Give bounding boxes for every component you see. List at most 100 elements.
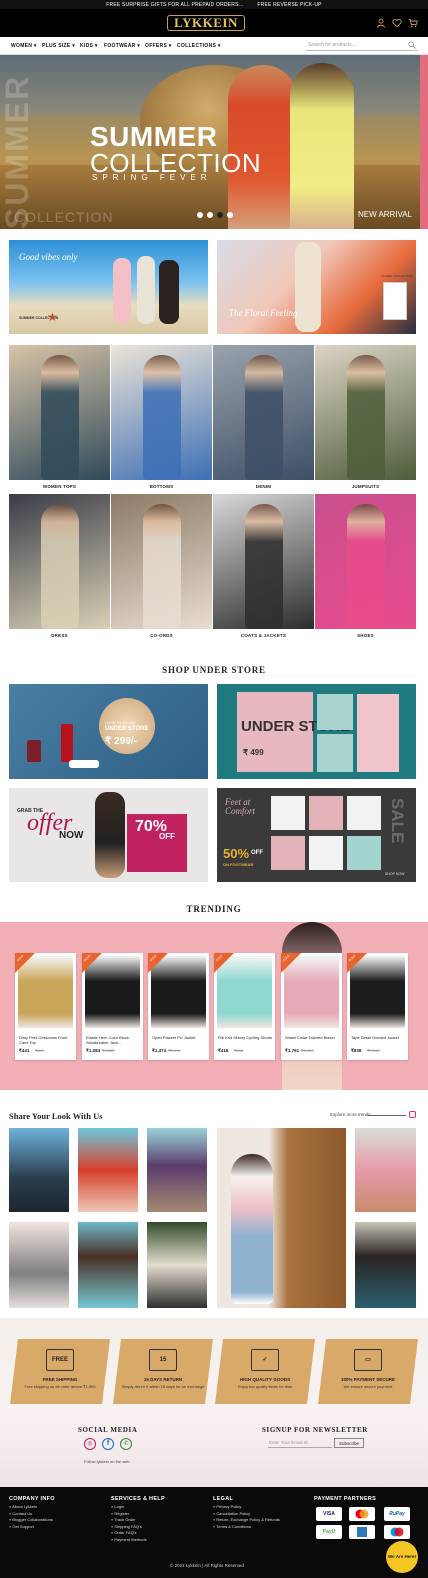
banner-floral[interactable]: The Floral Feeling FLORAL COLLECTION xyxy=(217,240,416,334)
share-photo[interactable] xyxy=(355,1128,416,1212)
category-label[interactable]: CO-ORDS xyxy=(111,633,212,638)
category-label[interactable]: COATS & JACKETS xyxy=(213,633,314,638)
product-image[interactable] xyxy=(350,956,405,1028)
product-card[interactable]: SOLD Rib Knit Skinny Cycling Shorts ₹416 ₹6… xyxy=(214,953,275,1060)
product-name[interactable]: Ditsy Print Crisscross Front Cami Top xyxy=(19,1035,74,1045)
footer-link[interactable]: » Shipping FAQ's xyxy=(111,1524,142,1529)
banner-good-vibes[interactable]: Good vibes only SUMMER COLLECTION ★ xyxy=(9,240,208,334)
category-label[interactable]: WOMEN TOPS xyxy=(9,484,110,489)
footer-col-payment-title: PAYMENT PARTNERS xyxy=(314,1496,377,1502)
banner-inset-photo xyxy=(383,282,407,320)
product-card[interactable]: SOLD Elastic Hem Color Block Windbreaker … xyxy=(82,953,143,1060)
category-tile[interactable] xyxy=(9,345,110,480)
product-card[interactable]: SOLD Shawl Collar Tailored Blazer ₹1,761 ₹2… xyxy=(281,953,342,1060)
footer-link[interactable]: » Contact Us xyxy=(9,1511,32,1516)
product-card[interactable]: SOLD Open Placket PU Jacket ₹1,374 ₹2,499 xyxy=(148,953,209,1060)
product-price: ₹1,084 xyxy=(86,1048,101,1053)
share-photo-large[interactable] xyxy=(217,1128,346,1308)
product-image[interactable] xyxy=(217,956,272,1028)
search-input[interactable]: Search for products... xyxy=(308,42,356,48)
product-image[interactable] xyxy=(85,956,140,1028)
share-photo[interactable] xyxy=(78,1128,138,1212)
footer-link[interactable]: » Terms & Conditions xyxy=(213,1524,251,1529)
nailpolish-graphic xyxy=(27,740,41,762)
store-banner-499[interactable]: UNDER STORE ₹ 499 xyxy=(217,684,416,779)
banner-model xyxy=(137,256,155,324)
whatsapp-icon[interactable]: ✆ xyxy=(120,1438,132,1450)
nav-plus-size[interactable]: PLUS SIZE ▾ xyxy=(42,43,75,49)
slider-dot[interactable] xyxy=(197,212,203,218)
heart-icon[interactable] xyxy=(392,18,402,28)
category-label[interactable]: DRESS xyxy=(9,633,110,638)
search-box[interactable]: Search for products... xyxy=(306,41,418,51)
product-card[interactable]: SOLD Tape Detail Hooded Jacket ₹838 ₹1,599 xyxy=(347,953,408,1060)
search-icon[interactable] xyxy=(408,41,416,51)
nav-women[interactable]: WOMEN ▾ xyxy=(11,43,37,49)
footer-link[interactable]: » Cancellation Policy xyxy=(213,1511,250,1516)
slider-dot[interactable] xyxy=(227,212,233,218)
product-name[interactable]: Rib Knit Skinny Cycling Shorts xyxy=(218,1035,273,1040)
share-photo[interactable] xyxy=(9,1222,69,1308)
category-tile[interactable] xyxy=(315,494,416,629)
category-label[interactable]: BOTTOMS xyxy=(111,484,212,489)
share-photo[interactable] xyxy=(147,1222,207,1308)
hero-watermark-small: COLLECTION xyxy=(14,209,114,225)
category-label[interactable]: DENIM xyxy=(213,484,314,489)
store-banner-offer[interactable]: GRAB THE offer NOW 70% OFF xyxy=(9,788,208,882)
footer-link[interactable]: » Login xyxy=(111,1504,124,1509)
share-photo[interactable] xyxy=(147,1128,207,1212)
store-banner-299[interactable]: LOOK IN STORE UNDER STORE ₹ 299/- xyxy=(9,684,208,779)
category-tile[interactable] xyxy=(9,494,110,629)
product-name[interactable]: Tape Detail Hooded Jacket xyxy=(351,1035,406,1040)
category-label[interactable]: JUMPSUITS xyxy=(315,484,416,489)
instagram-icon[interactable] xyxy=(409,1111,416,1118)
nav-footwear[interactable]: FOOTWEAR ▾ xyxy=(104,43,140,49)
category-tile[interactable] xyxy=(111,494,212,629)
product-image[interactable] xyxy=(151,956,206,1028)
product-card[interactable]: SOLD Ditsy Print Crisscross Front Cami To… xyxy=(15,953,76,1060)
product-name[interactable]: Shawl Collar Tailored Blazer xyxy=(285,1035,340,1040)
category-label[interactable]: SHOES xyxy=(315,633,416,638)
instagram-icon[interactable]: ◎ xyxy=(84,1438,96,1450)
category-tile[interactable] xyxy=(315,345,416,480)
newsletter-field[interactable]: Enter Your Email Id... xyxy=(268,1438,332,1448)
product-image[interactable] xyxy=(18,956,73,1028)
slider-dot[interactable] xyxy=(207,212,213,218)
newsletter-email-input[interactable]: Enter Your Email Id... xyxy=(269,1440,311,1445)
slider-dot-active[interactable] xyxy=(217,212,223,218)
chat-widget[interactable]: We Are Here! xyxy=(386,1541,418,1573)
product-image[interactable] xyxy=(284,956,339,1028)
product-name[interactable]: Open Placket PU Jacket xyxy=(152,1035,207,1040)
hero-slider[interactable]: SUMMER COLLECTION SUMMER COLLECTION SPRI… xyxy=(0,55,428,229)
footer-link[interactable]: » Privacy Policy xyxy=(213,1504,241,1509)
banner-model xyxy=(95,792,125,878)
nav-offers[interactable]: OFFERS ▾ xyxy=(145,43,172,49)
share-photo[interactable] xyxy=(9,1128,69,1212)
share-title: Share Your Look With Us xyxy=(9,1111,103,1121)
category-tile[interactable] xyxy=(111,345,212,480)
footer-link[interactable]: » Track Order xyxy=(111,1517,135,1522)
mastercard-logo xyxy=(349,1507,375,1521)
store-banner-footwear[interactable]: Feet at Comfort 50% OFF ON FOOTWEAR SALE… xyxy=(217,788,416,882)
footer-link[interactable]: » Order FAQ's xyxy=(111,1530,136,1535)
footer-link[interactable]: » Payment Methods xyxy=(111,1537,147,1542)
subscribe-button[interactable]: Subscribe xyxy=(334,1438,364,1448)
brand-logo[interactable]: LYKKEIN xyxy=(167,15,245,31)
share-photo[interactable] xyxy=(355,1222,416,1308)
category-tile[interactable] xyxy=(213,494,314,629)
product-name[interactable]: Elastic Hem Color Block Windbreaker Jack… xyxy=(86,1035,141,1045)
nav-collections[interactable]: COLLECTIONS ▾ xyxy=(177,43,221,49)
footer-link[interactable]: » Register xyxy=(111,1511,129,1516)
category-tile[interactable] xyxy=(213,345,314,480)
footer-link[interactable]: » Return, Exchange Policy & Refunds xyxy=(213,1517,280,1522)
footer-link[interactable]: » About Lykkein xyxy=(9,1504,37,1509)
user-icon[interactable] xyxy=(376,18,386,28)
footer-link[interactable]: » Get Support xyxy=(9,1524,34,1529)
feature-title: 15 DAYS RETURN xyxy=(143,1377,183,1382)
footer-link[interactable]: » Blogger Collaborations xyxy=(9,1517,53,1522)
nav-kids[interactable]: KIDS ▾ xyxy=(80,43,98,49)
cart-icon[interactable] xyxy=(408,18,418,28)
facebook-icon[interactable]: f xyxy=(102,1438,114,1450)
share-photo[interactable] xyxy=(78,1222,138,1308)
share-explore-link[interactable]: Explore more trends xyxy=(330,1112,371,1117)
